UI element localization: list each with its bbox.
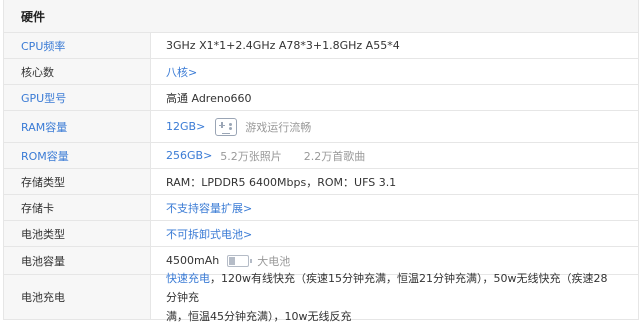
spec-row-charging: 电池充电 快速充电，120w有线快充（疾速15分钟充满，恒温21分钟充满），50… — [4, 272, 638, 323]
charging-text-1: ，120w有线快充（疾速15分钟充满，恒温21分钟充满），50w无线快充（疾速2… — [166, 271, 608, 304]
spec-value-cores-link[interactable]: 八核> — [151, 59, 638, 84]
spec-row-battery-type: 电池类型 不可拆卸式电池> — [4, 221, 638, 247]
section-title: 硬件 — [21, 9, 46, 24]
spec-value-storage-type: RAM：LPDDR5 6400Mbps，ROM：UFS 3.1 — [166, 175, 397, 189]
spec-label-cores: 核心数 — [4, 59, 151, 84]
spec-label-battery-type: 电池类型 — [4, 221, 151, 246]
spec-value-battery-type-link[interactable]: 不可拆卸式电池> — [151, 221, 638, 246]
spec-row-gpu: GPU型号 高通 Adreno660 — [4, 85, 638, 111]
spec-row-memory-card: 存储卡 不支持容量扩展> — [4, 195, 638, 221]
spec-row-cores: 核心数 八核> — [4, 59, 638, 85]
spec-label-gpu[interactable]: GPU型号 — [4, 85, 151, 110]
rom-note-songs: 2.2万首歌曲 — [303, 149, 366, 163]
spec-label-battery-capacity: 电池容量 — [4, 247, 151, 274]
rom-capacity-link[interactable]: 256GB> — [166, 149, 212, 162]
spec-row-cpu: CPU频率 3GHz X1*1+2.4GHz A78*3+1.8GHz A55*… — [4, 33, 638, 59]
fast-charge-link[interactable]: 快速充电 — [166, 272, 210, 285]
spec-row-rom: ROM容量 256GB> 5.2万张照片 2.2万首歌曲 — [4, 143, 638, 169]
battery-icon — [227, 254, 253, 267]
battery-capacity-value: 4500mAh — [166, 254, 220, 267]
spec-label-rom[interactable]: ROM容量 — [4, 143, 151, 168]
spec-value-cpu: 3GHz X1*1+2.4GHz A78*3+1.8GHz A55*4 — [166, 39, 400, 52]
spec-value-gpu: 高通 Adreno660 — [166, 91, 252, 105]
spec-value-rom: 256GB> 5.2万张照片 2.2万首歌曲 — [151, 143, 638, 168]
rom-note-photos: 5.2万张照片 — [220, 149, 282, 163]
spec-label-cpu[interactable]: CPU频率 — [4, 33, 151, 58]
spec-row-storage-type: 存储类型 RAM：LPDDR5 6400Mbps，ROM：UFS 3.1 — [4, 169, 638, 195]
ram-note: 游戏运行流畅 — [245, 120, 312, 134]
battery-note: 大电池 — [257, 254, 291, 268]
spec-table: 硬件 CPU频率 3GHz X1*1+2.4GHz A78*3+1.8GHz A… — [3, 0, 639, 323]
spec-row-ram: RAM容量 12GB> 游戏运行流畅 — [4, 111, 638, 143]
section-header: 硬件 — [4, 0, 638, 33]
charging-line-1: 快速充电，120w有线快充（疾速15分钟充满，恒温21分钟充满），50w无线快充… — [166, 269, 618, 307]
spec-value-charging: 快速充电，120w有线快充（疾速15分钟充满，恒温21分钟充满），50w无线快充… — [151, 272, 638, 323]
ram-capacity-link[interactable]: 12GB> — [166, 120, 205, 133]
spec-value-memory-card-link[interactable]: 不支持容量扩展> — [151, 195, 638, 220]
spec-label-charging: 电池充电 — [4, 275, 151, 319]
spec-label-ram[interactable]: RAM容量 — [4, 111, 151, 142]
spec-label-memory-card: 存储卡 — [4, 195, 151, 220]
spec-value-ram: 12GB> 游戏运行流畅 — [151, 111, 638, 142]
spec-label-storage-type: 存储类型 — [4, 169, 151, 194]
gamepad-icon — [215, 117, 238, 136]
